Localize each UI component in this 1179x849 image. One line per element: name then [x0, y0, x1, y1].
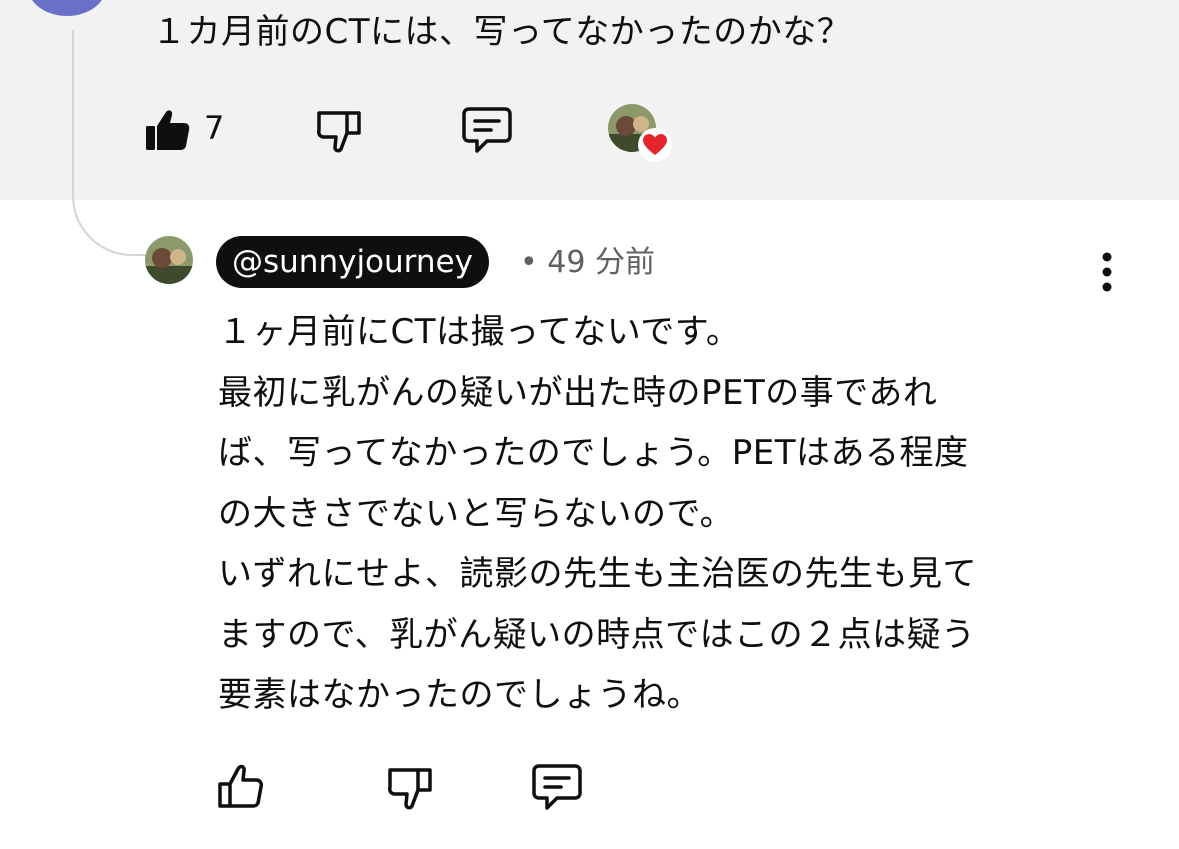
more-vertical-icon — [1102, 252, 1112, 292]
reply-dislike-button[interactable] — [384, 762, 436, 814]
reply-text-line: ますので、乳がん疑いの時点ではこの２点は疑う — [218, 614, 976, 655]
reply-button[interactable] — [460, 104, 514, 156]
reply-reply-button[interactable] — [530, 760, 584, 814]
reply-text-line: １ヶ月前にCTは撮ってないです。 — [218, 312, 741, 352]
reply-like-button[interactable] — [214, 760, 266, 812]
thumbs-up-icon — [218, 764, 263, 808]
creator-heart-badge — [638, 128, 672, 162]
reply-text-line: ば、写ってなかったのでしょう。PETはある程度 — [218, 433, 969, 473]
reply-text-line: 要素はなかったのでしょうね。 — [218, 675, 701, 715]
heart-icon — [643, 134, 667, 155]
comment-icon — [462, 107, 512, 153]
parent-comment-text: １カ月前のCTには、写ってなかったのかな？ — [152, 12, 852, 52]
reply-timestamp: 49 分前 — [547, 245, 655, 280]
reply-text-line: 最初に乳がんの疑いが出た時のPETの事であれ — [218, 372, 938, 413]
reply-avatar-image — [145, 236, 193, 284]
reply-avatar[interactable] — [145, 236, 193, 284]
dislike-button[interactable] — [314, 106, 364, 156]
reply-text: １ヶ月前にCTは撮ってないです。 最初に乳がんの疑いが出た時のPETの事であれ … — [218, 302, 1118, 726]
parent-comment: １カ月前のCTには、写ってなかったのかな？ 7 — [0, 0, 1179, 200]
parent-avatar[interactable] — [28, 0, 106, 16]
thread-connector-line — [72, 30, 150, 256]
thumbs-down-icon — [388, 768, 432, 810]
comment-icon — [532, 764, 582, 810]
meta-separator: • — [520, 245, 538, 280]
like-count: 7 — [204, 109, 225, 147]
reply-author-handle[interactable]: @sunnyjourney — [216, 236, 489, 288]
reply-text-line: の大きさでないと写らないので。 — [218, 493, 735, 534]
reply-meta: • 49 分前 — [520, 240, 655, 286]
reply-text-line: いずれにせよ、読影の先生も主治医の先生も見て — [218, 554, 977, 594]
more-actions-button[interactable] — [1090, 250, 1124, 294]
thumbs-down-icon — [317, 111, 361, 153]
